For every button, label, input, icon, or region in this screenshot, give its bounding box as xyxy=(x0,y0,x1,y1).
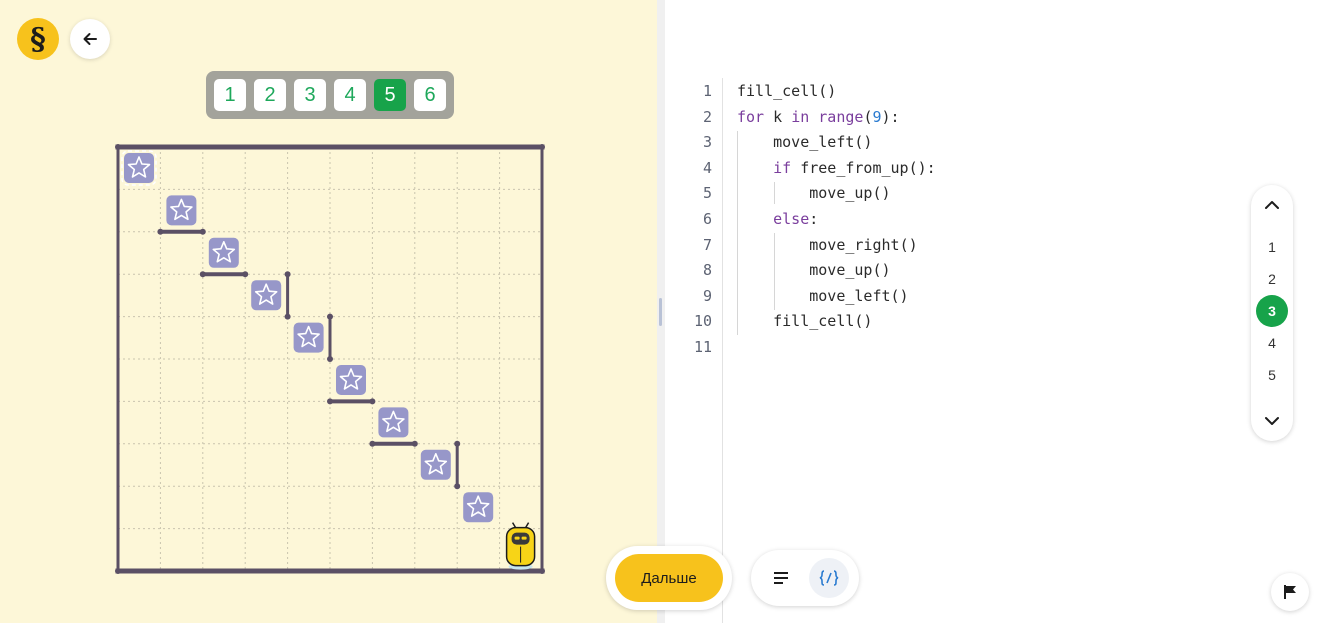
code-line[interactable]: 9 move_left() xyxy=(690,283,1230,309)
code-text: move_up() xyxy=(809,261,891,280)
wall-vertical-end xyxy=(327,313,333,320)
code-line[interactable]: 6 else: xyxy=(690,206,1230,232)
pager-item-3[interactable]: 3 xyxy=(1256,295,1288,327)
align-left-icon xyxy=(774,572,788,584)
arrow-left-icon xyxy=(83,33,97,45)
line-number: 6 xyxy=(702,210,712,228)
line-number: 4 xyxy=(702,158,712,177)
code-line[interactable]: 10 fill_cell() xyxy=(690,308,1230,334)
level-button-6[interactable]: 6 xyxy=(414,79,446,111)
level-button-1[interactable]: 1 xyxy=(214,79,246,111)
wall-horizontal-end xyxy=(369,398,376,405)
code-text: fill_cell() xyxy=(773,312,873,331)
wall-vertical-end xyxy=(284,271,291,278)
view-toggle xyxy=(751,550,859,606)
wall-horizontal-end xyxy=(157,228,164,235)
line-number: 5 xyxy=(702,184,712,203)
code-text: if free_from_up(): xyxy=(773,158,936,177)
level-button-5[interactable]: 5 xyxy=(374,79,406,111)
code-line[interactable]: 2 for k in range(9): xyxy=(690,104,1230,130)
pager-item-2[interactable]: 2 xyxy=(1256,263,1288,295)
game-board xyxy=(115,144,545,574)
wall-horizontal-end xyxy=(199,271,206,278)
level-button-2[interactable]: 2 xyxy=(254,79,286,111)
line-number: 8 xyxy=(702,261,712,280)
line-number: 7 xyxy=(702,235,712,254)
level-button-3[interactable]: 3 xyxy=(294,79,326,111)
chevron-up-icon[interactable] xyxy=(1262,195,1282,215)
line-number: 2 xyxy=(702,107,712,126)
line-number: 1 xyxy=(702,82,712,100)
wall-horizontal-end xyxy=(327,398,333,405)
line-number: 10 xyxy=(693,312,712,331)
code-braces-icon xyxy=(819,570,839,586)
code-text: move_up() xyxy=(809,184,891,203)
wall-horizontal-end xyxy=(199,228,206,235)
logo-icon[interactable]: § xyxy=(17,18,59,60)
divider-handle[interactable] xyxy=(659,298,662,326)
wall-vertical-end xyxy=(284,313,291,320)
next-button[interactable]: Дальше xyxy=(615,554,723,602)
pager-item-4[interactable]: 4 xyxy=(1256,327,1288,359)
indent-guide xyxy=(737,131,738,335)
robot-icon xyxy=(505,522,536,570)
step-pager: 12345 xyxy=(1251,185,1293,441)
code-line[interactable]: 5 move_up() xyxy=(690,180,1230,206)
pager-item-5[interactable]: 5 xyxy=(1256,359,1288,391)
back-button[interactable] xyxy=(70,19,110,59)
code-view-button[interactable] xyxy=(809,558,849,598)
indent-guide xyxy=(774,233,775,310)
line-number: 11 xyxy=(693,338,712,356)
wall-horizontal-end xyxy=(242,271,249,278)
text-view-button[interactable] xyxy=(761,558,801,598)
line-number: 9 xyxy=(702,286,712,305)
line-number: 3 xyxy=(702,133,712,152)
code-text: for k in range(9): xyxy=(737,107,900,126)
code-text: move_left() xyxy=(773,133,873,152)
flag-icon xyxy=(1284,585,1296,599)
code-line[interactable]: 3 move_left() xyxy=(690,129,1230,155)
level-selector: 123456 xyxy=(206,71,454,119)
code-text: fill_cell() xyxy=(737,82,837,100)
code-line[interactable]: 11 xyxy=(690,334,1230,360)
chevron-down-icon[interactable] xyxy=(1262,411,1282,431)
code-text: move_right() xyxy=(809,235,918,254)
level-button-4[interactable]: 4 xyxy=(334,79,366,111)
code-text: else: xyxy=(773,210,819,228)
wall-vertical-end xyxy=(327,356,333,362)
wall-vertical-end xyxy=(454,440,461,447)
next-button-container: Дальше xyxy=(606,546,732,610)
indent-guide xyxy=(774,182,775,204)
wall-horizontal-end xyxy=(369,440,376,447)
code-text: move_left() xyxy=(809,286,909,305)
code-line[interactable]: 4 if free_from_up(): xyxy=(690,155,1230,181)
flag-button[interactable] xyxy=(1271,573,1309,611)
code-line[interactable]: 7 move_right() xyxy=(690,232,1230,258)
wall-horizontal-end xyxy=(411,440,418,447)
code-line[interactable]: 8 move_up() xyxy=(690,257,1230,283)
wall-vertical-end xyxy=(454,483,461,490)
code-line[interactable]: 1 fill_cell() xyxy=(690,78,1230,104)
pager-item-1[interactable]: 1 xyxy=(1256,231,1288,263)
